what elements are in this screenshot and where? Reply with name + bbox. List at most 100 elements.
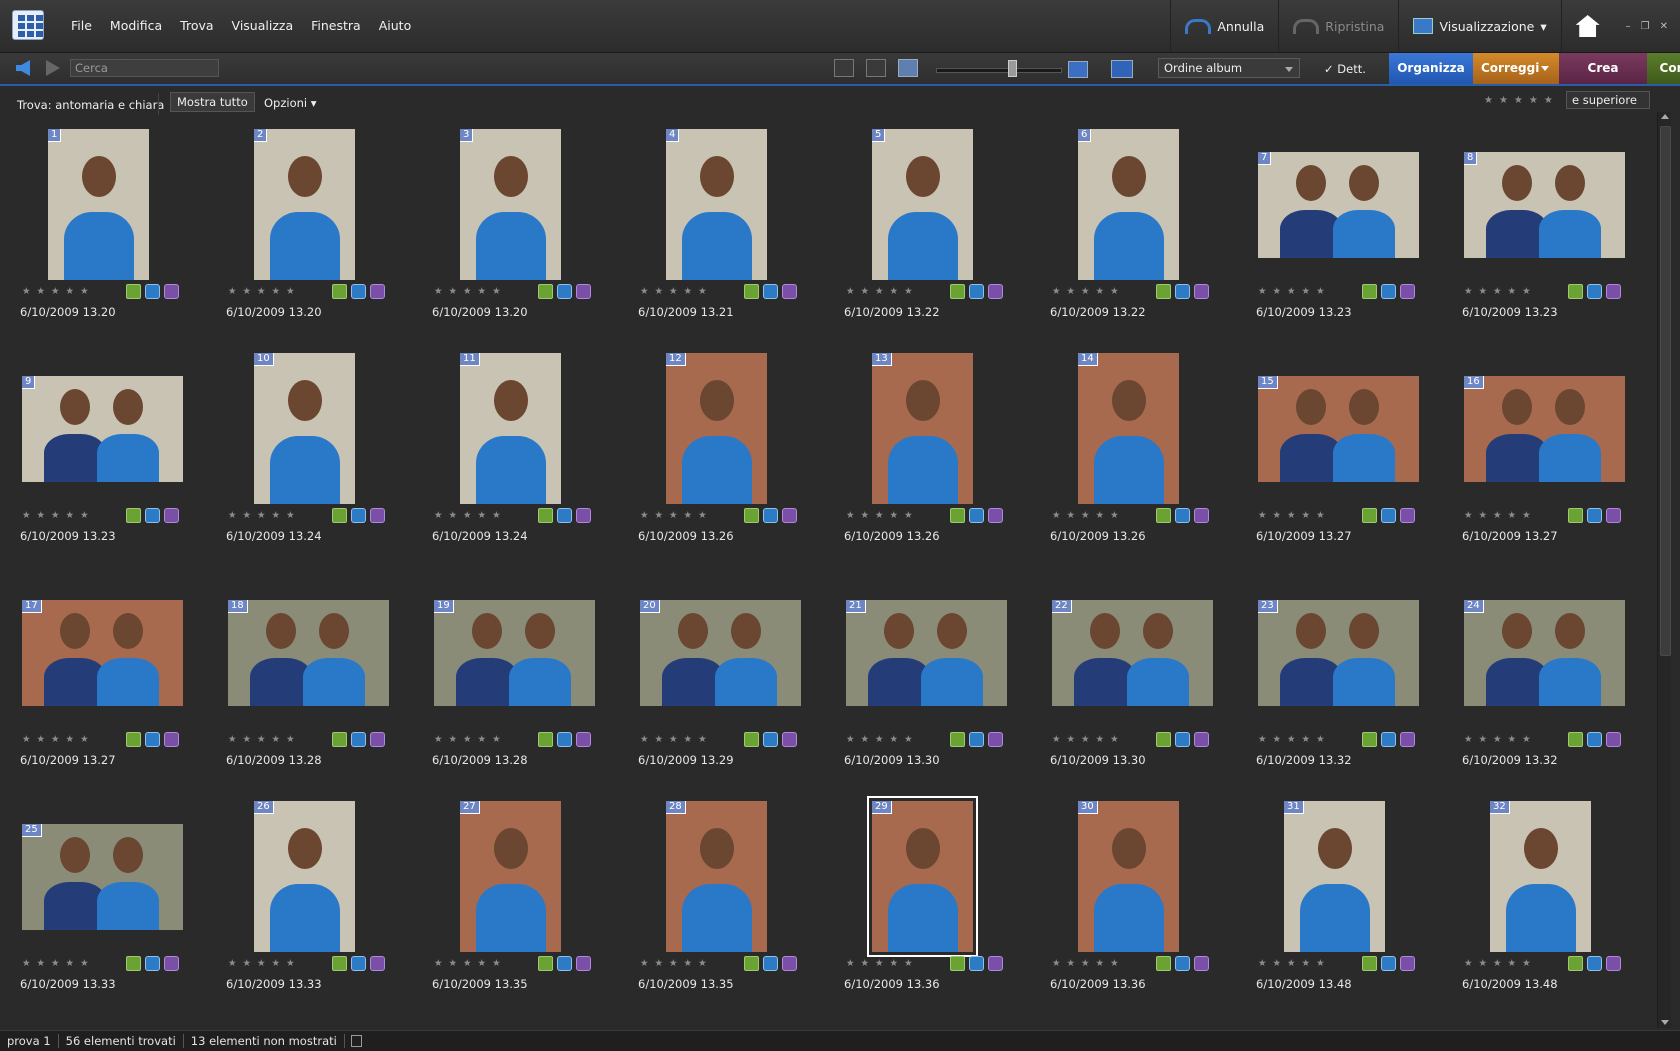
photo-rating-stars[interactable]: ★★★★★ <box>1258 286 1331 297</box>
stack-tag-icon[interactable] <box>164 732 179 747</box>
back-arrow-icon[interactable] <box>16 60 30 76</box>
stack-tag-icon[interactable] <box>1194 284 1209 299</box>
stack-tag-icon[interactable] <box>988 732 1003 747</box>
photo-thumbnail[interactable]: 3 ★★★★★ 6/10/2009 13.20 <box>430 129 620 344</box>
photo-thumbnail[interactable]: 24 ★★★★★ 6/10/2009 13.32 <box>1460 577 1650 792</box>
photo-thumbnail[interactable]: 9 ★★★★★ 6/10/2009 13.23 <box>18 353 208 568</box>
photo-rating-stars[interactable]: ★★★★★ <box>434 958 507 969</box>
photo-thumbnail[interactable]: 4 ★★★★★ 6/10/2009 13.21 <box>636 129 826 344</box>
photo-image[interactable]: 9 <box>22 376 183 482</box>
photo-thumbnail[interactable]: 26 ★★★★★ 6/10/2009 13.33 <box>224 801 414 1016</box>
photo-rating-stars[interactable]: ★★★★★ <box>1052 734 1125 745</box>
photo-thumbnail[interactable]: 5 ★★★★★ 6/10/2009 13.22 <box>842 129 1032 344</box>
photo-rating-stars[interactable]: ★★★★★ <box>1258 734 1331 745</box>
photo-rating-stars[interactable]: ★★★★★ <box>22 286 95 297</box>
photo-rating-stars[interactable]: ★★★★★ <box>228 510 301 521</box>
people-tag-icon[interactable] <box>763 284 778 299</box>
people-tag-icon[interactable] <box>1587 732 1602 747</box>
people-tag-icon[interactable] <box>351 956 366 971</box>
menu-visualizza[interactable]: Visualizza <box>223 18 303 33</box>
photo-thumbnail[interactable]: 23 ★★★★★ 6/10/2009 13.32 <box>1254 577 1444 792</box>
photo-image[interactable]: 15 <box>1258 376 1419 482</box>
album-tag-icon[interactable] <box>126 956 141 971</box>
people-tag-icon[interactable] <box>557 508 572 523</box>
scroll-down-arrow-icon[interactable] <box>1661 1020 1669 1025</box>
photo-image[interactable]: 8 <box>1464 152 1625 258</box>
album-tag-icon[interactable] <box>126 284 141 299</box>
people-tag-icon[interactable] <box>969 284 984 299</box>
stack-tag-icon[interactable] <box>164 284 179 299</box>
album-tag-icon[interactable] <box>744 284 759 299</box>
stack-tag-icon[interactable] <box>370 732 385 747</box>
photo-image[interactable]: 26 <box>254 801 355 952</box>
stack-tag-icon[interactable] <box>370 956 385 971</box>
photo-image[interactable]: 30 <box>1078 801 1179 952</box>
people-tag-icon[interactable] <box>763 732 778 747</box>
album-tag-icon[interactable] <box>744 732 759 747</box>
stack-tag-icon[interactable] <box>1606 508 1621 523</box>
undo-button[interactable]: Annulla <box>1170 0 1278 52</box>
album-tag-icon[interactable] <box>1156 284 1171 299</box>
photo-image[interactable]: 23 <box>1258 600 1419 706</box>
photo-thumbnail[interactable]: 32 ★★★★★ 6/10/2009 13.48 <box>1460 801 1650 1016</box>
scroll-up-arrow-icon[interactable] <box>1661 114 1669 119</box>
photo-rating-stars[interactable]: ★★★★★ <box>22 734 95 745</box>
album-tag-icon[interactable] <box>332 732 347 747</box>
stack-tag-icon[interactable] <box>1194 956 1209 971</box>
photo-rating-stars[interactable]: ★★★★★ <box>1052 958 1125 969</box>
photo-thumbnail[interactable]: 12 ★★★★★ 6/10/2009 13.26 <box>636 353 826 568</box>
people-tag-icon[interactable] <box>145 284 160 299</box>
photo-rating-stars[interactable]: ★★★★★ <box>228 958 301 969</box>
photo-thumbnail[interactable]: 7 ★★★★★ 6/10/2009 13.23 <box>1254 129 1444 344</box>
sort-order-select[interactable]: Ordine album <box>1158 58 1300 78</box>
stack-tag-icon[interactable] <box>1606 956 1621 971</box>
people-tag-icon[interactable] <box>1175 284 1190 299</box>
menu-finestra[interactable]: Finestra <box>302 18 370 33</box>
photo-thumbnail[interactable]: 1 ★★★★★ 6/10/2009 13.20 <box>18 129 208 344</box>
people-tag-icon[interactable] <box>557 284 572 299</box>
menu-file[interactable]: File <box>62 18 101 33</box>
album-tag-icon[interactable] <box>332 956 347 971</box>
people-tag-icon[interactable] <box>1381 732 1396 747</box>
photo-thumbnail[interactable]: 6 ★★★★★ 6/10/2009 13.22 <box>1048 129 1238 344</box>
photo-rating-stars[interactable]: ★★★★★ <box>1464 286 1537 297</box>
rotate-left-icon[interactable] <box>834 59 854 77</box>
people-tag-icon[interactable] <box>969 732 984 747</box>
photo-rating-stars[interactable]: ★★★★★ <box>22 510 95 521</box>
album-tag-icon[interactable] <box>1156 508 1171 523</box>
photo-rating-stars[interactable]: ★★★★★ <box>1258 958 1331 969</box>
album-tag-icon[interactable] <box>950 284 965 299</box>
photo-thumbnail[interactable]: 29 ★★★★★ 6/10/2009 13.36 <box>842 796 1032 1016</box>
large-thumbnail-icon[interactable] <box>1068 61 1088 78</box>
people-tag-icon[interactable] <box>763 508 778 523</box>
vertical-scrollbar[interactable] <box>1657 112 1671 1028</box>
stack-tag-icon[interactable] <box>164 956 179 971</box>
photo-image[interactable]: 17 <box>22 600 183 706</box>
people-tag-icon[interactable] <box>1381 284 1396 299</box>
photo-image[interactable]: 18 <box>228 600 389 706</box>
people-tag-icon[interactable] <box>1175 956 1190 971</box>
photo-thumbnail[interactable]: 28 ★★★★★ 6/10/2009 13.35 <box>636 801 826 1016</box>
stack-tag-icon[interactable] <box>576 508 591 523</box>
album-tag-icon[interactable] <box>1156 732 1171 747</box>
people-tag-icon[interactable] <box>969 956 984 971</box>
search-input[interactable]: Cerca <box>70 59 219 77</box>
photo-rating-stars[interactable]: ★★★★★ <box>434 734 507 745</box>
stack-tag-icon[interactable] <box>782 956 797 971</box>
photo-image[interactable]: 16 <box>1464 376 1625 482</box>
options-menu[interactable]: Opzioni ▾ <box>264 96 317 110</box>
lock-icon[interactable] <box>350 1035 362 1047</box>
stack-tag-icon[interactable] <box>1400 284 1415 299</box>
people-tag-icon[interactable] <box>1587 508 1602 523</box>
photo-rating-stars[interactable]: ★★★★★ <box>846 510 919 521</box>
forward-arrow-icon[interactable] <box>46 60 60 76</box>
people-tag-icon[interactable] <box>763 956 778 971</box>
rating-mode-select[interactable]: e superiore <box>1566 91 1650 109</box>
photo-thumbnail[interactable]: 25 ★★★★★ 6/10/2009 13.33 <box>18 801 208 1016</box>
stack-tag-icon[interactable] <box>1194 732 1209 747</box>
redo-button[interactable]: Ripristina <box>1278 0 1398 52</box>
rating-filter-stars[interactable]: ★★★★★ <box>1484 95 1559 106</box>
album-tag-icon[interactable] <box>1568 732 1583 747</box>
photo-image[interactable]: 13 <box>872 353 973 504</box>
photo-rating-stars[interactable]: ★★★★★ <box>434 286 507 297</box>
